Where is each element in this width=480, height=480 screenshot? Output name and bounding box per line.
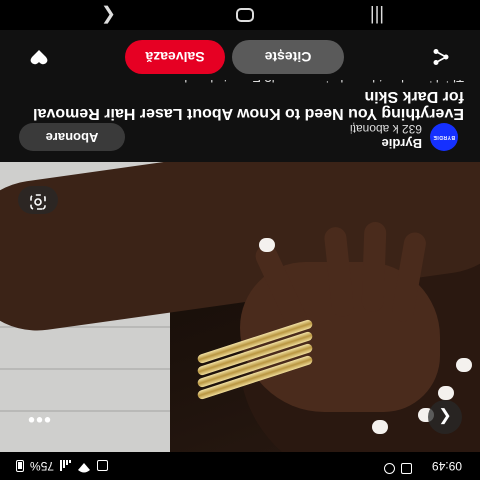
status-time: 09:49 [431, 459, 462, 473]
image-nail [259, 238, 275, 252]
system-nav-bar: ||| ❮ [0, 0, 480, 30]
notification-icons [384, 463, 412, 474]
creator-followers: 632 k abonați [349, 122, 422, 136]
pin-title: Everything You Need to Know About Laser … [33, 88, 464, 122]
image-finger [361, 221, 387, 313]
recents-icon[interactable]: ||| [370, 5, 384, 26]
more-dots-icon: ••• [27, 408, 52, 431]
status-bar: 09:49 75% [0, 452, 480, 480]
screen: 09:49 75% ❮ ••• BYRDIE Byrdie 632 k abon… [0, 0, 480, 480]
action-bar: Citește Salvează [0, 30, 480, 80]
creator-row: BYRDIE Byrdie 632 k abonați Abonare [0, 122, 480, 156]
image-nail [438, 386, 454, 400]
wifi-icon [77, 459, 91, 473]
react-button[interactable] [22, 38, 56, 72]
system-icons: 75% [16, 459, 109, 473]
alarm-icon [384, 463, 395, 474]
read-button[interactable]: Citește [232, 40, 344, 74]
pin-image[interactable]: ❮ ••• [0, 162, 480, 452]
save-button[interactable]: Salvează [125, 40, 225, 74]
battery-icon [16, 460, 24, 472]
home-icon[interactable] [236, 8, 254, 22]
subscribe-button[interactable]: Abonare [19, 123, 125, 151]
share-button[interactable] [424, 38, 458, 72]
creator-name[interactable]: Byrdie [382, 136, 422, 151]
chevron-left-icon: ❮ [438, 408, 452, 425]
sim-icon [97, 460, 109, 472]
creator-avatar[interactable]: BYRDIE [430, 123, 458, 151]
image-nail [372, 420, 388, 434]
heart-icon [30, 45, 48, 66]
nav-back-icon[interactable]: ❮ [101, 5, 116, 26]
visual-search-icon [30, 190, 46, 211]
more-options-button[interactable]: ••• [24, 404, 54, 434]
visual-search-button[interactable] [18, 186, 58, 214]
gallery-icon [401, 463, 412, 474]
image-bangles [195, 318, 315, 401]
signal-icon [60, 460, 72, 472]
back-button[interactable]: ❮ [428, 400, 462, 434]
battery-percent: 75% [30, 459, 55, 473]
share-icon [432, 44, 450, 67]
image-nail [456, 358, 472, 372]
